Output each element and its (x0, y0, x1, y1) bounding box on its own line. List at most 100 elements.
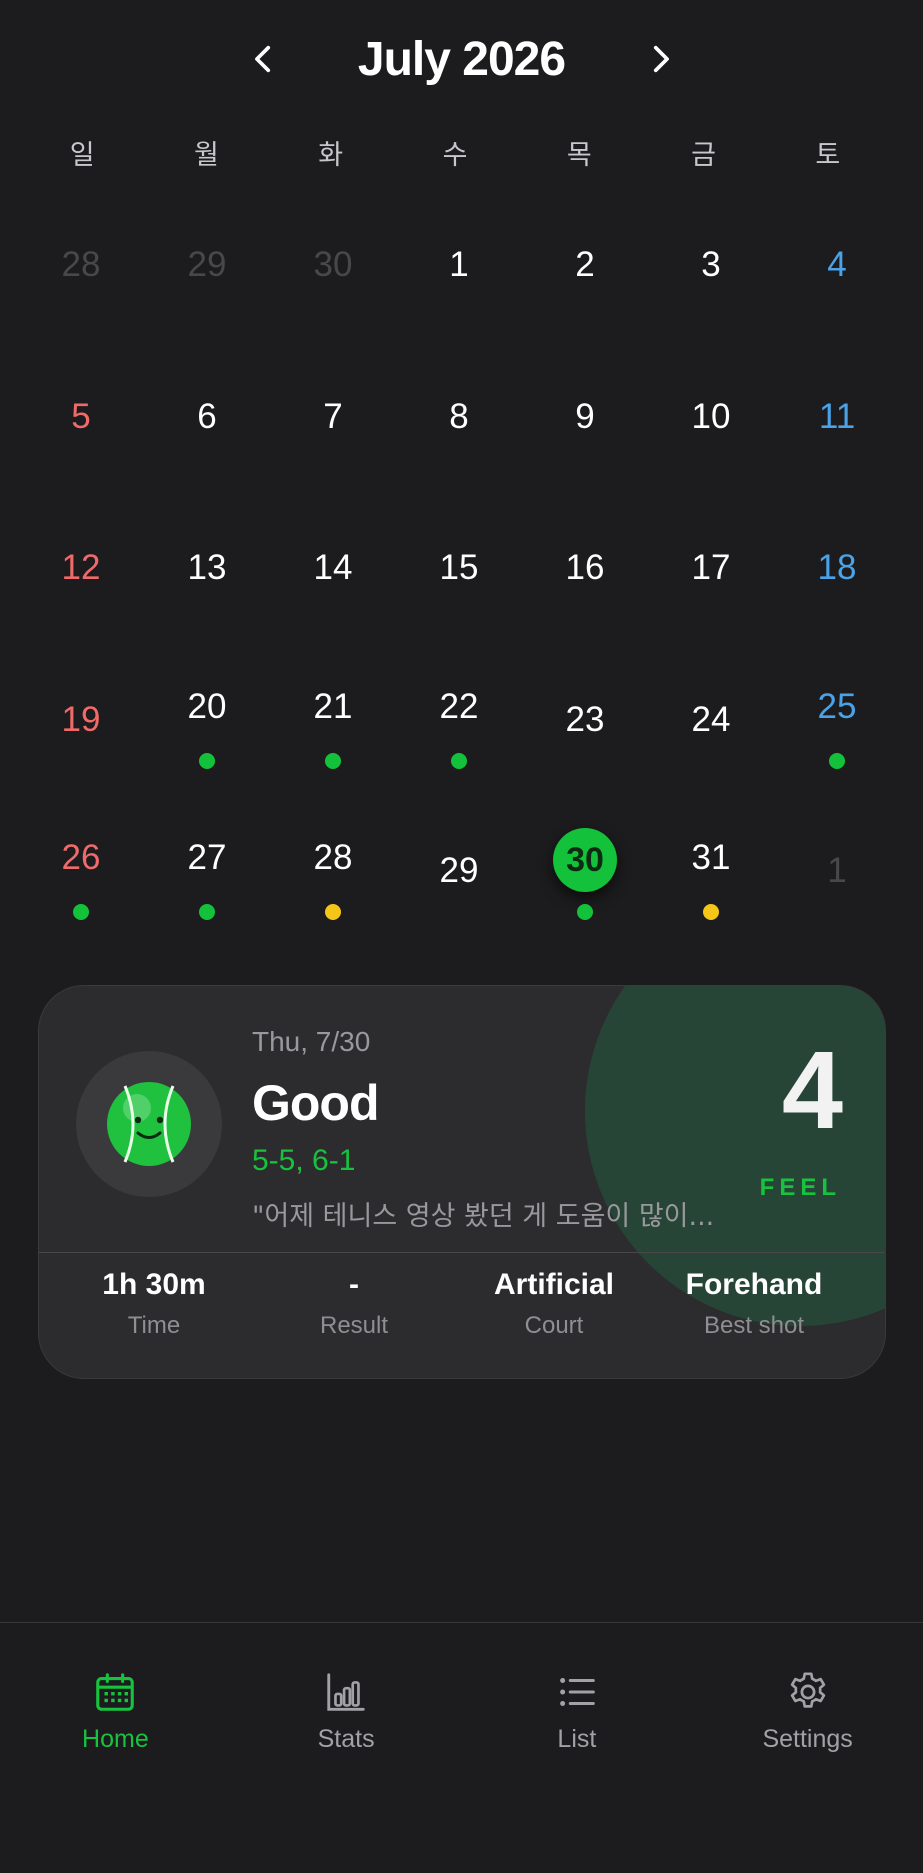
calendar-day[interactable]: 7 (270, 352, 396, 504)
calendar-day[interactable]: 22 (396, 655, 522, 807)
calendar-day[interactable]: 10 (648, 352, 774, 504)
stat-label: Time (127, 1312, 181, 1339)
calendar-icon (96, 1673, 135, 1711)
calendar-day[interactable]: 31 (648, 806, 774, 958)
tab-settings[interactable]: Settings (692, 1623, 923, 1873)
today-date-label: 30 (553, 828, 617, 892)
chevron-right-icon (653, 45, 669, 73)
calendar-day[interactable]: 12 (18, 503, 144, 655)
calendar-day[interactable]: 9 (522, 352, 648, 504)
calendar-day[interactable]: 24 (648, 655, 774, 807)
date-label: 26 (61, 838, 101, 877)
stat-value: Artificial (493, 1268, 615, 1301)
calendar-day[interactable]: 16 (522, 503, 648, 655)
calendar-day[interactable]: 13 (144, 503, 270, 655)
calendar-day[interactable]: 2 (522, 200, 648, 352)
date-label: 27 (187, 838, 227, 877)
avatar (76, 1051, 222, 1197)
bar-chart-icon (327, 1673, 365, 1711)
calendar-day[interactable]: 30 (522, 806, 648, 958)
tab-label: Settings (762, 1725, 853, 1753)
session-dot (73, 904, 89, 920)
session-summary-card[interactable]: Thu, 7/30 Good 5-5, 6-1 "어제 테니스 영상 봤던 게 … (38, 985, 886, 1379)
date-label: 18 (817, 548, 857, 587)
stat-label: Court (524, 1312, 584, 1339)
date-label: 29 (439, 851, 479, 890)
calendar-day[interactable]: 19 (18, 655, 144, 807)
date-label: 15 (439, 548, 479, 587)
calendar-day[interactable]: 27 (144, 806, 270, 958)
stat-value: Forehand (685, 1268, 823, 1301)
calendar-day[interactable]: 29 (144, 200, 270, 352)
stat-value: - (349, 1268, 359, 1301)
tab-list[interactable]: List (462, 1623, 693, 1873)
session-stats: 1h 30m Time - Result Artificial Court Fo… (54, 1268, 854, 1340)
calendar-day[interactable]: 5 (18, 352, 144, 504)
stat-label: Best shot (703, 1312, 805, 1339)
date-label: 23 (565, 699, 605, 739)
calendar-day[interactable]: 28 (270, 806, 396, 958)
date-label: 9 (575, 396, 595, 436)
stat-court: Artificial Court (454, 1268, 654, 1340)
date-label: 10 (691, 396, 731, 436)
session-dot (325, 904, 341, 920)
calendar-day[interactable]: 15 (396, 503, 522, 655)
calendar-day[interactable]: 4 (774, 200, 900, 352)
calendar-grid: 28 29 30 1 2 3 4 5 6 7 8 9 10 11 12 13 14 15 16 17 18 19 20 21 2… (18, 200, 900, 958)
stat-best-shot: Forehand Best shot (654, 1268, 854, 1340)
weekday-label: 일 (69, 140, 95, 171)
calendar-day[interactable]: 3 (648, 200, 774, 352)
calendar-day[interactable]: 20 (144, 655, 270, 807)
session-dot (325, 752, 341, 769)
date-label: 2 (575, 245, 595, 284)
chevron-left-icon (254, 45, 270, 73)
date-label: 8 (449, 396, 469, 436)
tab-home[interactable]: Home (0, 1623, 231, 1873)
calendar-day[interactable]: 30 (270, 200, 396, 352)
calendar-day[interactable]: 14 (270, 503, 396, 655)
date-label: 12 (61, 548, 101, 587)
calendar-day[interactable]: 6 (144, 352, 270, 504)
date-label: 17 (691, 548, 731, 587)
stat-time: 1h 30m Time (54, 1268, 254, 1340)
tab-label: Stats (317, 1725, 375, 1753)
date-label: 24 (691, 699, 731, 739)
next-month-button[interactable] (630, 29, 690, 89)
calendar-day[interactable]: 17 (648, 503, 774, 655)
weekday-label: 월 (194, 140, 219, 171)
calendar-header: July 2026 (0, 0, 923, 118)
date-label: 7 (323, 396, 343, 436)
date-label: 31 (691, 838, 731, 877)
weekday-label: 화 (318, 140, 344, 171)
tab-stats[interactable]: Stats (231, 1623, 462, 1873)
tennis-ball-smile-icon (107, 1082, 191, 1166)
calendar-day[interactable]: 11 (774, 352, 900, 504)
calendar-day[interactable]: 28 (18, 200, 144, 352)
calendar-day[interactable]: 21 (270, 655, 396, 807)
calendar-day[interactable]: 23 (522, 655, 648, 807)
date-label: 21 (313, 686, 353, 726)
calendar-day[interactable]: 1 (774, 806, 900, 958)
date-label: 16 (565, 548, 605, 587)
session-mood: Good (252, 1075, 380, 1131)
date-label: 5 (71, 396, 91, 436)
month-title: July 2026 (357, 32, 566, 86)
session-note: "어제 테니스 영상 봤던 게 도움이 많이... (252, 1201, 715, 1232)
calendar-day[interactable]: 18 (774, 503, 900, 655)
calendar-day[interactable]: 1 (396, 200, 522, 352)
date-label: 1 (827, 851, 847, 890)
calendar-day[interactable]: 26 (18, 806, 144, 958)
date-label: 4 (827, 245, 847, 284)
calendar-day[interactable]: 8 (396, 352, 522, 504)
date-label: 13 (187, 548, 227, 587)
list-icon (560, 1678, 595, 1706)
date-label: 28 (61, 245, 101, 284)
date-label: 3 (701, 245, 721, 284)
prev-month-button[interactable] (234, 29, 294, 89)
weekday-label: 토 (815, 140, 841, 171)
calendar-day[interactable]: 29 (396, 806, 522, 958)
weekday-label: 수 (442, 140, 468, 171)
calendar-day[interactable]: 25 (774, 655, 900, 807)
date-label: 19 (61, 699, 101, 739)
session-dot (199, 752, 215, 769)
